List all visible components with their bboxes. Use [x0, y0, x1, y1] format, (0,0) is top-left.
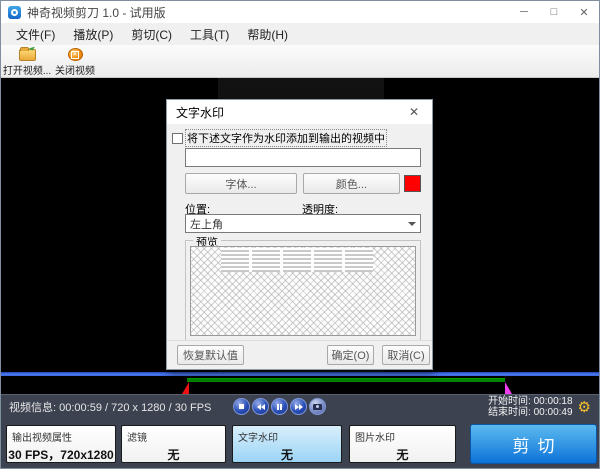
card-value: 无 — [233, 446, 341, 463]
position-selected-value: 左上角 — [190, 216, 223, 232]
menu-bar: 文件(F) 播放(P) 剪切(C) 工具(T) 帮助(H) — [1, 23, 599, 45]
snapshot-button[interactable] — [309, 398, 326, 415]
card-title: 输出视频属性 — [7, 426, 115, 444]
ok-button[interactable]: 确定(O) — [327, 345, 374, 365]
card-title: 滤镜 — [122, 426, 225, 444]
timeline-end-marker[interactable] — [505, 382, 512, 394]
preview-canvas — [190, 246, 416, 336]
gear-icon[interactable]: ⚙ — [578, 400, 591, 415]
card-value: 无 — [350, 446, 455, 463]
close-icon[interactable]: ✕ — [569, 1, 599, 23]
chevron-down-icon — [408, 222, 416, 226]
dialog-close-icon[interactable]: ✕ — [405, 103, 423, 121]
pause-icon — [277, 404, 282, 410]
filter-card[interactable]: 滤镜 无 — [121, 425, 226, 463]
dialog-title-bar: 文字水印 ✕ — [167, 100, 432, 124]
stop-icon — [239, 404, 244, 409]
menu-play[interactable]: 播放(P) — [64, 24, 122, 45]
output-properties-card[interactable]: 输出视频属性 30 FPS，720x1280 — [6, 425, 116, 463]
stop-button[interactable] — [233, 398, 250, 415]
dialog-title: 文字水印 — [176, 104, 224, 121]
open-folder-icon — [19, 49, 36, 61]
app-icon — [8, 6, 21, 19]
dialog-body: 将下述文字作为水印添加到输出的视频中 字体... 颜色... 位置: 透明度: … — [167, 124, 432, 370]
menu-help[interactable]: 帮助(H) — [238, 24, 297, 45]
preview-watermark-strip — [221, 248, 373, 272]
toolbar: 打开视频... ✕ 关闭视频 — [1, 45, 599, 78]
end-time-text: 结束时间: 00:00:49 — [488, 407, 572, 418]
card-value: 30 FPS，720x1280 — [7, 446, 115, 463]
window-title: 神奇视频剪刀 1.0 - 试用版 — [27, 4, 166, 21]
preview-groupbox: 预览 — [185, 240, 421, 341]
dialog-footer: 恢复默认值 确定(O) 取消(C) — [167, 340, 432, 370]
color-swatch — [404, 175, 421, 192]
text-watermark-dialog: 文字水印 ✕ 将下述文字作为水印添加到输出的视频中 字体... 颜色... 位置… — [166, 99, 433, 370]
open-video-label: 打开视频... — [3, 62, 51, 77]
window-controls: ─ □ ✕ — [509, 1, 599, 23]
close-video-icon: ✕ — [68, 48, 83, 61]
time-range: 开始时间: 00:00:18 结束时间: 00:00:49 — [488, 396, 572, 418]
video-info-text: 视频信息: 00:00:59 / 720 x 1280 / 30 FPS — [9, 399, 211, 415]
minimize-icon[interactable]: ─ — [509, 1, 539, 23]
open-video-button[interactable]: 打开视频... — [3, 45, 51, 77]
app-window: 神奇视频剪刀 1.0 - 试用版 ─ □ ✕ 文件(F) 播放(P) 剪切(C)… — [0, 0, 600, 469]
title-bar: 神奇视频剪刀 1.0 - 试用版 ─ □ ✕ — [1, 1, 599, 23]
position-select[interactable]: 左上角 — [185, 214, 421, 233]
watermark-text-input[interactable] — [185, 148, 421, 167]
text-watermark-card[interactable]: 文字水印 无 — [232, 425, 342, 463]
color-button[interactable]: 颜色... — [303, 173, 400, 194]
start-time-text: 开始时间: 00:00:18 — [488, 396, 572, 407]
enable-watermark-checkbox[interactable] — [172, 133, 183, 144]
close-video-button[interactable]: ✕ 关闭视频 — [51, 45, 99, 77]
font-button[interactable]: 字体... — [185, 173, 297, 194]
pause-button[interactable] — [271, 398, 288, 415]
camera-icon — [313, 404, 322, 410]
playback-controls — [233, 398, 326, 415]
video-stage: 文字水印 ✕ 将下述文字作为水印添加到输出的视频中 字体... 颜色... 位置… — [1, 78, 599, 394]
timeline-start-marker[interactable] — [182, 382, 189, 394]
card-title: 图片水印 — [350, 426, 455, 444]
cut-button[interactable]: 剪切 — [470, 424, 597, 464]
bottom-panel-row: 输出视频属性 30 FPS，720x1280 滤镜 无 文字水印 无 图片水印 … — [1, 419, 599, 469]
menu-file[interactable]: 文件(F) — [7, 24, 64, 45]
cancel-button[interactable]: 取消(C) — [382, 345, 430, 365]
card-title: 文字水印 — [233, 426, 341, 444]
image-watermark-card[interactable]: 图片水印 无 — [349, 425, 456, 463]
enable-watermark-label: 将下述文字作为水印添加到输出的视频中 — [186, 130, 386, 146]
fast-forward-button[interactable] — [290, 398, 307, 415]
card-value: 无 — [122, 446, 225, 463]
timeline-track[interactable] — [1, 372, 599, 376]
enable-watermark-row: 将下述文字作为水印添加到输出的视频中 — [172, 130, 386, 146]
timeline-selection-bar[interactable] — [187, 378, 505, 382]
menu-tools[interactable]: 工具(T) — [181, 24, 238, 45]
close-video-label: 关闭视频 — [55, 62, 95, 77]
maximize-icon[interactable]: □ — [539, 1, 569, 23]
restore-defaults-button[interactable]: 恢复默认值 — [177, 345, 244, 365]
menu-cut[interactable]: 剪切(C) — [122, 24, 181, 45]
status-bar: 视频信息: 00:00:59 / 720 x 1280 / 30 FPS 开始时… — [1, 394, 599, 419]
rewind-button[interactable] — [252, 398, 269, 415]
